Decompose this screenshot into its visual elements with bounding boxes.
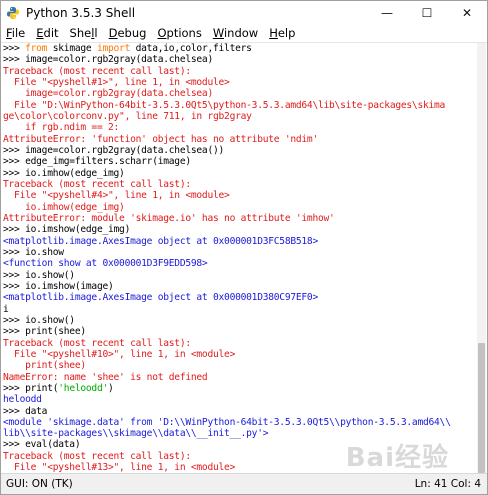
shell-input-line: >>> image=color.rgb2gray(data.chelsea) — [3, 54, 213, 66]
close-button[interactable]: ✕ — [447, 1, 487, 24]
menu-debug-label: ebug — [117, 26, 147, 40]
shell-error-line: Traceback (most recent call last): — [3, 450, 191, 462]
code-token: skimage — [47, 43, 97, 54]
menu-file[interactable]: File — [1, 24, 31, 42]
gui-status: GUI: ON (TK) — [6, 478, 73, 490]
code-token: data,io,color,filters — [130, 43, 252, 54]
scrollbar-thumb[interactable] — [478, 343, 485, 473]
menu-debug[interactable]: Debug — [104, 24, 153, 42]
shell-text-area[interactable]: >>> from skimage import data,io,color,fi… — [3, 43, 479, 475]
shell-input-line: i — [3, 303, 9, 315]
cursor-position: Ln: 41 Col: 4 — [414, 478, 481, 490]
code-token: >>> print( — [3, 382, 59, 394]
menu-bar: File Edit Shell Debug Options Window Hel… — [1, 24, 487, 43]
window-title: Python 3.5.3 Shell — [26, 5, 136, 20]
shell-error-line: File "D:\WinPython-64bit-3.5.3.0Qt5\pyth… — [3, 99, 446, 111]
code-token: from — [25, 43, 48, 54]
shell-input-line: >>> print(shee) — [3, 326, 86, 338]
menu-options-label: ptions — [166, 26, 202, 40]
code-token: ) — [108, 382, 114, 394]
shell-error-line: if rgb.ndim == 2: — [3, 122, 120, 134]
menu-options[interactable]: Options — [152, 24, 207, 42]
shell-output-line: <matplotlib.image.AxesImage object at 0x… — [3, 292, 318, 304]
menu-edit-label: dit — [43, 26, 59, 40]
idle-shell-window: Python 3.5.3 Shell — ☐ ✕ File Edit Shell… — [0, 0, 488, 495]
title-bar[interactable]: Python 3.5.3 Shell — ☐ ✕ — [1, 1, 487, 24]
code-token: >>> — [3, 43, 26, 54]
shell-output-line: lib\\site-packages\\skimage\\data\\__ini… — [3, 428, 269, 440]
python-logo-icon — [6, 6, 20, 20]
menu-edit-mnemonic: E — [36, 26, 44, 40]
shell-error-line: Traceback (most recent call last): — [3, 178, 191, 190]
status-bar: GUI: ON (TK) Ln: 41 Col: 4 — [1, 473, 487, 494]
menu-help-mnemonic: H — [269, 26, 278, 40]
shell-input-line: >>> print('heloodd') — [3, 383, 479, 394]
menu-file-label: ile — [11, 26, 26, 40]
shell-input-line: >>> io.imhow(edge_img) — [3, 167, 125, 179]
vertical-scrollbar[interactable] — [477, 43, 486, 475]
menu-window-label: indow — [223, 26, 259, 40]
shell-input-line: >>> from skimage import data,io,color,fi… — [3, 43, 479, 54]
shell-output-line: <function show at 0x000001D3F9EDD598> — [3, 258, 208, 270]
shell-error-line: File "<pyshell#4>", line 1, in <module> — [3, 190, 230, 202]
shell-input-line: >>> io.show() — [3, 314, 75, 326]
shell-input-line: >>> edge_img=filters.scharr(image) — [3, 156, 191, 168]
shell-input-line: >>> io.show() — [3, 269, 75, 281]
menu-shell-label-pre: She — [69, 26, 92, 40]
shell-error-line: io.imhow(edge_img) — [3, 201, 125, 213]
menu-edit[interactable]: Edit — [31, 24, 64, 42]
shell-output-line: <module 'skimage.data' from 'D:\\WinPyth… — [3, 416, 451, 428]
shell-error-line: File "<pyshell#10>", line 1, in <module> — [3, 348, 236, 360]
shell-error-line: Traceback (most recent call last): — [3, 337, 191, 349]
menu-help-label: elp — [277, 26, 296, 40]
shell-input-line: >>> io.imshow(edge_img) — [3, 224, 131, 236]
menu-options-mnemonic: O — [157, 26, 167, 40]
shell-error-line: File "<pyshell#1>", line 1, in <module> — [3, 76, 230, 88]
shell-error-line: NameError: name 'shee' is not defined — [3, 371, 208, 383]
shell-input-line: >>> image=color.rgb2gray(data.chelsea()) — [3, 144, 225, 156]
menu-help[interactable]: Help — [264, 24, 301, 42]
shell-input-line: >>> io.show — [3, 246, 64, 258]
window-controls: — ☐ ✕ — [367, 1, 487, 24]
shell-error-line: File "<pyshell#13>", line 1, in <module> — [3, 462, 236, 474]
shell-input-line: >>> io.imshow(image) — [3, 280, 114, 292]
shell-input-line: >>> eval(data) — [3, 439, 81, 451]
menu-window[interactable]: Window — [208, 24, 264, 42]
shell-error-line: print(shee) — [3, 360, 86, 372]
shell-error-line: AttributeError: 'function' object has no… — [3, 133, 318, 145]
maximize-button[interactable]: ☐ — [407, 1, 447, 24]
shell-error-line: image=color.rgb2gray(data.chelsea) — [3, 88, 213, 100]
code-token: 'heloodd' — [58, 382, 108, 394]
code-token: import — [96, 43, 131, 54]
shell-error-line: ge\color\colorconv.py", line 711, in rgb… — [3, 110, 252, 122]
menu-shell[interactable]: Shell — [65, 24, 104, 42]
shell-output-line: <matplotlib.image.AxesImage object at 0x… — [3, 235, 318, 247]
shell-input-line: >>> data — [3, 405, 48, 417]
shell-output-line: heloodd — [3, 394, 42, 406]
minimize-button[interactable]: — — [367, 1, 407, 24]
menu-window-mnemonic: W — [212, 26, 224, 40]
shell-error-line: AttributeError: module 'skimage.io' has … — [3, 212, 335, 224]
menu-shell-label: l — [94, 26, 98, 40]
shell-error-line: Traceback (most recent call last): — [3, 65, 191, 77]
